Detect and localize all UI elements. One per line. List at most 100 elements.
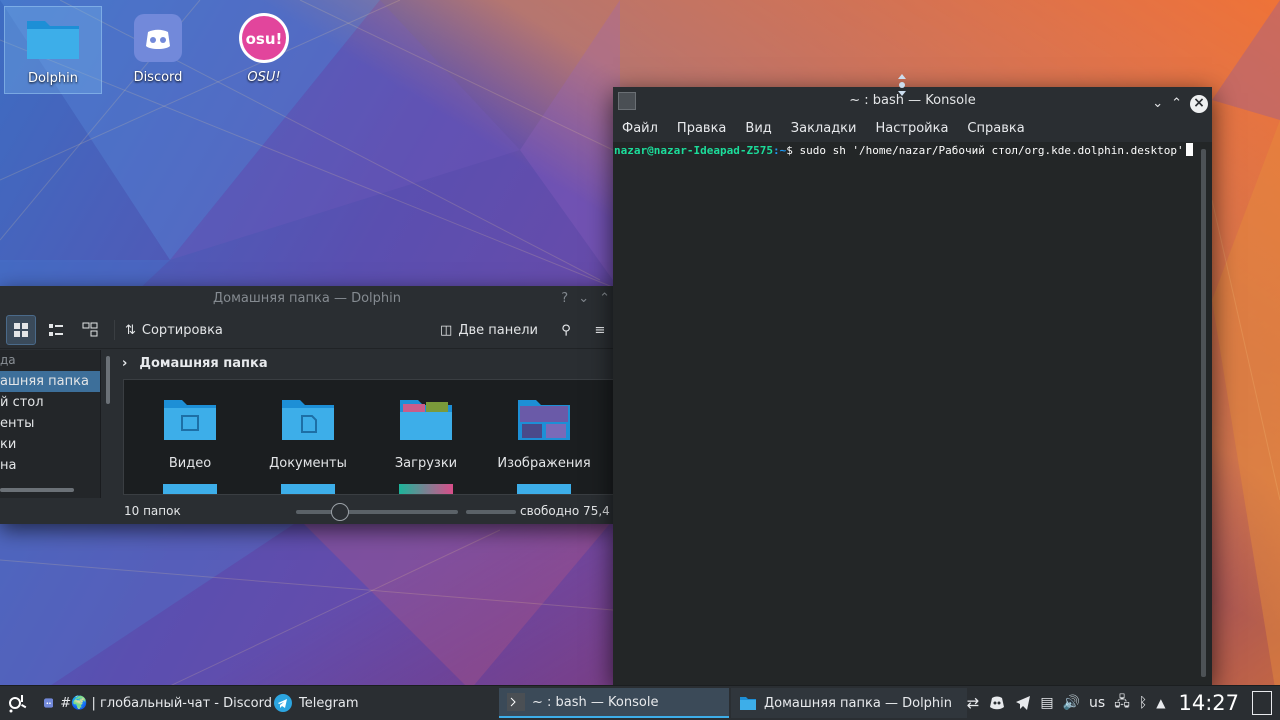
place-item-downloads[interactable]: ки bbox=[0, 434, 100, 455]
volume-icon[interactable]: 🔊 bbox=[1063, 695, 1080, 711]
clock[interactable]: 14:27 bbox=[1178, 691, 1239, 715]
task-label: ~ : bash — Konsole bbox=[532, 694, 659, 710]
video-folder-icon bbox=[164, 400, 216, 440]
folder-icon bbox=[740, 697, 756, 710]
menu-bookmarks[interactable]: Закладки bbox=[791, 121, 857, 136]
breadcrumb-home[interactable]: Домашняя папка bbox=[139, 356, 267, 371]
document-folder-icon bbox=[282, 400, 334, 440]
app-launcher-button[interactable] bbox=[0, 688, 36, 718]
folder-label: Изображения bbox=[497, 456, 591, 471]
desktop-icon-dolphin[interactable]: Dolphin bbox=[4, 6, 102, 94]
folder-icon bbox=[25, 13, 81, 65]
folder-pictures[interactable]: Изображения bbox=[489, 394, 599, 471]
place-item-documents[interactable]: енты bbox=[0, 413, 100, 434]
free-space-label: свободно 75,4 Г bbox=[520, 504, 621, 518]
telegram-icon bbox=[274, 694, 292, 712]
breadcrumb: › Домашняя папка bbox=[122, 350, 268, 376]
file-view[interactable]: Видео Документы Загрузки Изображения bbox=[123, 379, 616, 495]
pictures-folder-icon bbox=[518, 400, 570, 440]
dolphin-toolbar: ⇅ Сортировка ◫ Две панели ⚲ ≡ bbox=[0, 312, 614, 349]
folder-documents[interactable]: Документы bbox=[253, 394, 363, 471]
prompt-sign: $ bbox=[786, 144, 800, 157]
chevron-right-icon[interactable]: › bbox=[122, 356, 127, 371]
terminal-scrollbar[interactable] bbox=[1201, 149, 1206, 677]
toolbar-separator bbox=[114, 320, 115, 340]
move-cursor-icon bbox=[898, 74, 906, 96]
compact-view-button[interactable] bbox=[42, 316, 70, 344]
discord-icon bbox=[130, 12, 186, 64]
folder-partial[interactable] bbox=[281, 484, 335, 494]
minimize-icon[interactable]: ⌄ bbox=[1152, 90, 1163, 117]
menu-help[interactable]: Справка bbox=[967, 121, 1024, 136]
folder-label: Загрузки bbox=[394, 456, 458, 471]
menu-edit[interactable]: Правка bbox=[677, 121, 726, 136]
telegram-tray-icon[interactable] bbox=[1015, 695, 1031, 711]
places-header: да bbox=[0, 353, 16, 367]
bluetooth-icon[interactable]: ᛒ bbox=[1139, 695, 1147, 711]
window-title: ~ : bash — Konsole bbox=[849, 93, 976, 108]
place-item-trash[interactable]: на bbox=[0, 455, 100, 476]
dolphin-window[interactable]: Домашняя папка — Dolphin ? ⌄ ⌃ ⇅ Сортиро… bbox=[0, 286, 621, 524]
splitter-handle[interactable] bbox=[106, 356, 110, 404]
terminal-icon[interactable] bbox=[618, 92, 636, 110]
minimize-icon[interactable]: ⌄ bbox=[578, 286, 589, 312]
desktop-icon-osu[interactable]: osu! OSU! bbox=[216, 6, 312, 92]
menu-settings[interactable]: Настройка bbox=[875, 121, 948, 136]
grid-icon bbox=[14, 323, 28, 337]
close-icon[interactable]: × bbox=[1190, 94, 1208, 113]
taskbar: #🌍 | глобальный-чат - Discord Telegram ~… bbox=[0, 685, 1280, 720]
maximize-icon[interactable]: ⌃ bbox=[599, 286, 610, 312]
menu-view[interactable]: Вид bbox=[745, 121, 771, 136]
task-telegram[interactable]: Telegram bbox=[266, 688, 504, 718]
menu-button[interactable]: ≡ bbox=[586, 316, 614, 344]
icons-view-button[interactable] bbox=[6, 315, 36, 345]
task-konsole[interactable]: ~ : bash — Konsole bbox=[499, 688, 729, 718]
kdeconnect-icon[interactable]: ⇄ bbox=[967, 694, 980, 712]
network-icon[interactable]: 🖧 bbox=[1114, 691, 1130, 715]
desktop-icon-label: OSU! bbox=[247, 70, 281, 85]
folder-partial[interactable] bbox=[163, 484, 217, 494]
show-desktop-icon[interactable] bbox=[1252, 691, 1272, 715]
konsole-titlebar[interactable]: ~ : bash — Konsole ⌄ ⌃ × bbox=[613, 87, 1212, 114]
folder-partial[interactable] bbox=[399, 484, 453, 494]
free-space-bar bbox=[466, 510, 516, 514]
terminal-icon bbox=[507, 693, 525, 711]
place-item-home[interactable]: ашняя папка bbox=[0, 371, 100, 392]
zoom-slider[interactable] bbox=[296, 510, 458, 514]
desktop-icon-discord[interactable]: Discord bbox=[110, 6, 206, 92]
item-count: 10 папок bbox=[124, 504, 181, 518]
dolphin-statusbar: 10 папок свободно 75,4 Г bbox=[0, 498, 621, 524]
dolphin-titlebar[interactable]: Домашняя папка — Dolphin ? ⌄ ⌃ bbox=[0, 286, 614, 312]
sidebar-scrollbar[interactable] bbox=[0, 488, 74, 492]
search-button[interactable]: ⚲ bbox=[552, 316, 580, 344]
system-tray: ⇄ ▤ 🔊 us 🖧 ᛒ ▲ 14:27 bbox=[967, 686, 1280, 720]
help-icon[interactable]: ? bbox=[561, 286, 568, 312]
terminal-command: sudo sh '/home/nazar/Рабочий стол/org.kd… bbox=[799, 144, 1184, 157]
folder-partial[interactable] bbox=[517, 484, 571, 494]
terminal-area[interactable]: nazar@nazar-Ideapad-Z575:~$ sudo sh '/ho… bbox=[613, 142, 1198, 685]
zoom-slider-handle[interactable] bbox=[331, 503, 349, 521]
folder-label: Видео bbox=[168, 456, 212, 471]
konsole-window[interactable]: ~ : bash — Konsole ⌄ ⌃ × Файл Правка Вид… bbox=[613, 87, 1212, 685]
folder-downloads[interactable]: Загрузки bbox=[371, 394, 481, 471]
details-view-button[interactable] bbox=[76, 316, 104, 344]
menu-file[interactable]: Файл bbox=[622, 121, 658, 136]
task-dolphin[interactable]: Домашняя папка — Dolphin bbox=[731, 688, 967, 718]
folder-label: Документы bbox=[269, 456, 347, 471]
discord-tray-icon[interactable] bbox=[988, 695, 1006, 711]
split-view-button[interactable]: ◫ Две панели bbox=[440, 323, 538, 338]
folder-videos[interactable]: Видео bbox=[135, 394, 245, 471]
keyboard-layout[interactable]: us bbox=[1089, 695, 1105, 711]
terminal-cursor bbox=[1185, 143, 1193, 156]
download-folder-icon bbox=[400, 400, 452, 440]
sort-button[interactable]: ⇅ Сортировка bbox=[125, 323, 223, 338]
places-panel: да ашняя папка й стол енты ки на bbox=[0, 350, 101, 498]
list-icon bbox=[49, 324, 63, 336]
task-discord[interactable]: #🌍 | глобальный-чат - Discord bbox=[36, 688, 272, 718]
clipboard-icon[interactable]: ▤ bbox=[1040, 695, 1053, 711]
place-item-desktop[interactable]: й стол bbox=[0, 392, 100, 413]
split-label: Две панели bbox=[458, 322, 538, 338]
tray-expand-icon[interactable]: ▲ bbox=[1156, 696, 1165, 710]
maximize-icon[interactable]: ⌃ bbox=[1171, 90, 1182, 117]
osu-icon: osu! bbox=[236, 12, 292, 64]
